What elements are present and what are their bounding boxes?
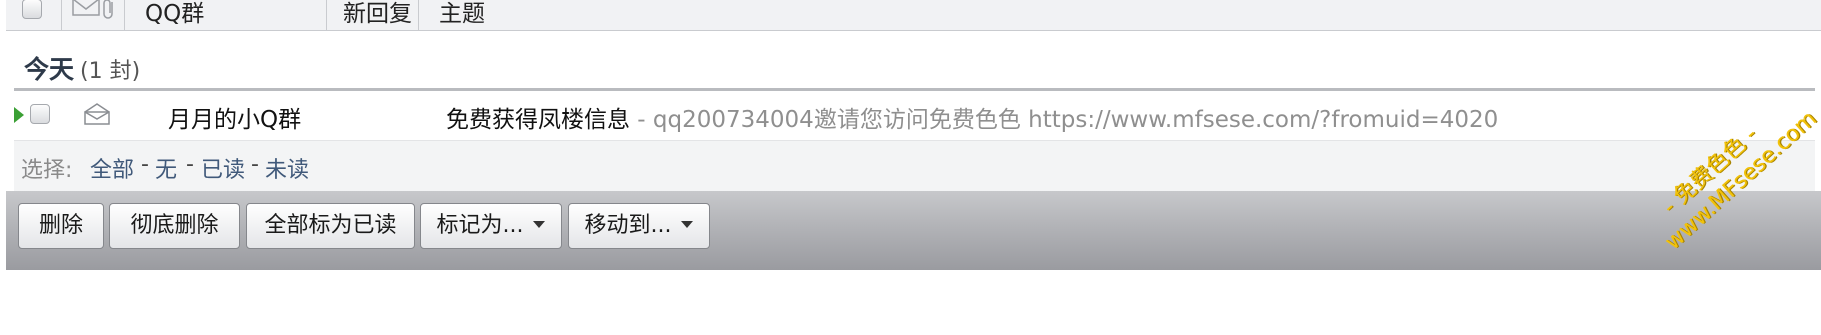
current-row-arrow-icon [14,107,24,123]
column-header-group[interactable]: QQ群 [145,0,204,28]
move-to-dropdown-label: 移动到... [584,213,672,238]
date-group-title: 今天 [24,55,75,84]
move-to-dropdown[interactable]: 移动到... [568,203,710,249]
mail-row-checkbox[interactable] [30,104,50,124]
paperclip-icon[interactable] [102,0,116,24]
select-separator: - [141,152,149,177]
select-label: 选择: [21,158,73,183]
mail-subject[interactable]: 免费获得凤楼信息 - qq200734004邀请您访问免费色色 https://… [446,100,1498,134]
read-envelope-icon [84,103,110,129]
select-separator: - [186,152,194,177]
column-header-subject[interactable]: 主题 [439,0,485,28]
select-separator: - [251,152,259,177]
mail-sender[interactable]: 月月的小Q群 [168,100,301,134]
delete-permanent-button-label: 彻底删除 [130,213,219,238]
action-toolbar: 删除 彻底删除 全部标为已读 标记为... 移动到... [6,191,1821,270]
select-unread-link[interactable]: 未读 [265,152,309,184]
date-group-count: (1 封) [80,59,141,84]
select-none-link[interactable]: 无 [155,152,177,184]
date-group-header: 今天 (1 封) [24,50,140,86]
select-all-link[interactable]: 全部 [90,152,134,184]
envelope-icon[interactable] [72,0,102,22]
select-read-link[interactable]: 已读 [201,152,245,184]
header-divider [124,0,125,30]
column-header-new-reply[interactable]: 新回复 [343,0,412,28]
delete-permanent-button[interactable]: 彻底删除 [109,203,240,249]
header-divider [418,0,419,30]
mark-all-read-button-label: 全部标为已读 [264,213,397,238]
select-bar: 选择: 全部 - 无 - 已读 - 未读 [14,141,1815,191]
select-all-checkbox[interactable] [22,0,42,19]
header-divider [61,0,62,30]
delete-button[interactable]: 删除 [18,203,104,249]
mail-subject-text[interactable]: 免费获得凤楼信息 [446,107,630,133]
header-divider [326,0,327,30]
mark-as-dropdown-label: 标记为... [436,213,524,238]
mark-all-read-button[interactable]: 全部标为已读 [246,203,415,249]
chevron-down-icon [533,220,546,228]
mail-preview[interactable]: - qq200734004邀请您访问免费色色 https://www.mfses… [630,107,1498,133]
chevron-down-icon [681,220,694,228]
delete-button-label: 删除 [38,213,83,238]
list-header: QQ群 新回复 主题 [6,0,1821,31]
mark-as-dropdown[interactable]: 标记为... [420,203,562,249]
mail-row[interactable]: 月月的小Q群 免费获得凤楼信息 - qq200734004邀请您访问免费色色 h… [14,91,1815,141]
